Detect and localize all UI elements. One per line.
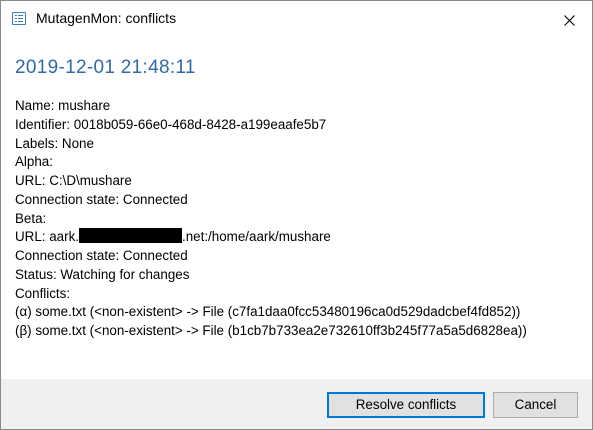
redaction-bar xyxy=(79,228,182,244)
cancel-button[interactable]: Cancel xyxy=(493,392,578,418)
window-title: MutagenMon: conflicts xyxy=(36,10,177,26)
list-window-icon xyxy=(12,12,26,25)
beta-header: Beta: xyxy=(15,210,47,226)
beta-url: URL: aark. .net:/home/aark/mushare xyxy=(15,228,580,247)
title-bar: MutagenMon: conflicts xyxy=(1,1,592,39)
beta-url-suffix: .net:/home/aark/mushare xyxy=(182,229,331,245)
conflicts-dialog: MutagenMon: conflicts 2019-12-01 21:48:1… xyxy=(0,0,593,430)
session-details: Name: mushare Identifier: 0018b059-66e0-… xyxy=(15,97,580,341)
session-timestamp-heading: 2019-12-01 21:48:11 xyxy=(15,57,196,78)
conflict-item-beta: (β) some.txt (<non-existent> -> File (b1… xyxy=(15,323,527,338)
session-identifier: Identifier: 0018b059-66e0-468d-8428-a199… xyxy=(15,116,327,132)
alpha-connection-state: Connection state: Connected xyxy=(15,191,188,207)
close-button[interactable] xyxy=(546,1,592,39)
button-bar: Resolve conflicts Cancel xyxy=(1,379,592,429)
beta-url-prefix: URL: aark. xyxy=(15,229,79,245)
session-status: Status: Watching for changes xyxy=(15,266,190,282)
alpha-header: Alpha: xyxy=(15,154,53,170)
alpha-url: URL: C:\D\mushare xyxy=(15,173,132,188)
conflicts-header: Conflicts: xyxy=(15,285,71,301)
session-name: Name: mushare xyxy=(15,98,111,113)
beta-connection-state: Connection state: Connected xyxy=(15,248,188,263)
conflict-item-alpha: (α) some.txt (<non-existent> -> File (c7… xyxy=(15,304,521,320)
dialog-content: 2019-12-01 21:48:11 Name: mushare Identi… xyxy=(15,57,580,341)
close-icon xyxy=(563,14,575,26)
session-labels: Labels: None xyxy=(15,135,94,151)
resolve-conflicts-button[interactable]: Resolve conflicts xyxy=(327,392,485,418)
